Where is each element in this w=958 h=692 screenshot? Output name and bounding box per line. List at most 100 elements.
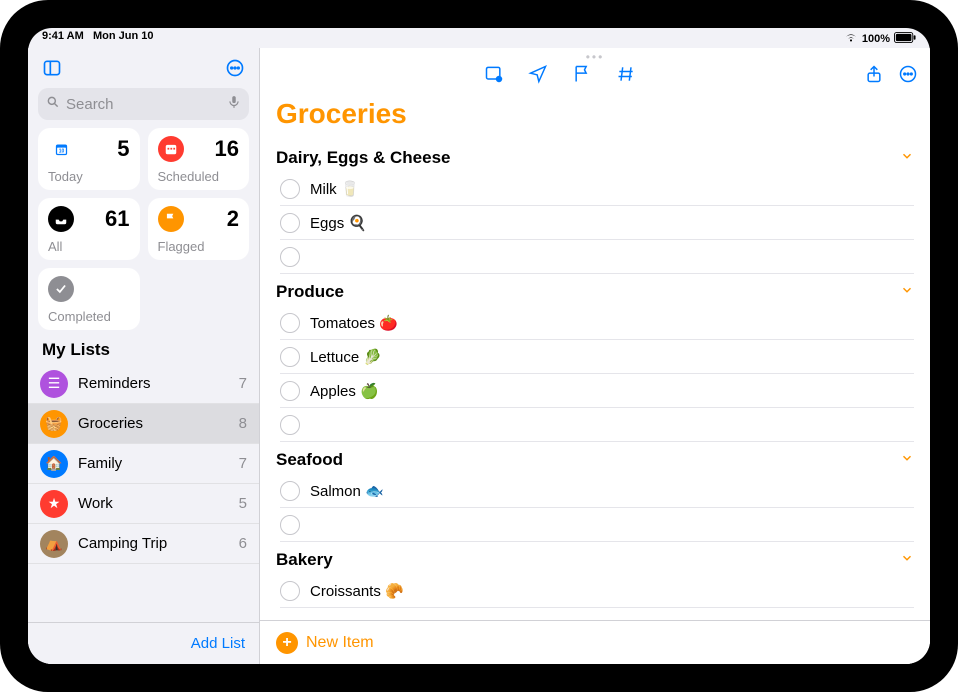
reminder-item[interactable]: Tomatoes 🍅 xyxy=(280,306,914,340)
complete-radio[interactable] xyxy=(280,179,300,199)
tray-icon xyxy=(48,206,74,232)
search-placeholder: Search xyxy=(66,96,114,113)
list-icon: ★ xyxy=(40,490,68,518)
reminder-item[interactable]: Milk 🥛 xyxy=(280,172,914,206)
template-icon[interactable]: + xyxy=(484,64,504,89)
sidebar-list-work[interactable]: ★ Work 5 xyxy=(28,484,259,524)
reminder-item[interactable]: Salmon 🐟 xyxy=(280,474,914,508)
list-name: Work xyxy=(78,495,229,512)
dictate-icon[interactable] xyxy=(227,94,241,114)
sidebar-list-reminders[interactable]: ☰ Reminders 7 xyxy=(28,364,259,404)
list-count: 7 xyxy=(239,455,247,472)
reminder-text: Milk 🥛 xyxy=(310,180,360,198)
list-name: Family xyxy=(78,455,229,472)
reminder-item[interactable]: Apples 🍏 xyxy=(280,374,914,408)
more-button[interactable] xyxy=(221,54,249,82)
chevron-down-icon[interactable] xyxy=(900,148,914,168)
location-icon[interactable] xyxy=(528,64,548,89)
list-icon: ⛺ xyxy=(40,530,68,558)
chevron-down-icon[interactable] xyxy=(900,550,914,570)
today-label: Today xyxy=(48,169,130,184)
flagged-label: Flagged xyxy=(158,239,240,254)
status-bar: 9:41 AM Mon Jun 10 100% xyxy=(28,28,930,48)
battery-icon xyxy=(894,32,916,46)
completed-label: Completed xyxy=(48,309,130,324)
complete-radio[interactable] xyxy=(280,415,300,435)
wifi-icon xyxy=(844,33,858,46)
reminder-item[interactable] xyxy=(280,240,914,274)
section-title: Seafood xyxy=(276,450,343,470)
calendar-today-icon: 10 xyxy=(48,136,74,162)
sidebar-list-camping-trip[interactable]: ⛺ Camping Trip 6 xyxy=(28,524,259,564)
section-header[interactable]: Dairy, Eggs & Cheese xyxy=(276,140,914,172)
share-icon[interactable] xyxy=(864,64,884,89)
scheduled-count: 16 xyxy=(215,136,239,162)
smart-list-scheduled[interactable]: 16 Scheduled xyxy=(148,128,250,190)
list-icon: 🧺 xyxy=(40,410,68,438)
chevron-down-icon[interactable] xyxy=(900,450,914,470)
complete-radio[interactable] xyxy=(280,581,300,601)
new-item-button[interactable]: New Item xyxy=(306,634,374,652)
all-label: All xyxy=(48,239,130,254)
sidebar-list-family[interactable]: 🏠 Family 7 xyxy=(28,444,259,484)
list-name: Groceries xyxy=(78,415,229,432)
all-count: 61 xyxy=(105,206,129,232)
reminder-text: Eggs 🍳 xyxy=(310,214,367,232)
section-header[interactable]: Produce xyxy=(276,274,914,306)
section-title: Dairy, Eggs & Cheese xyxy=(276,148,450,168)
calendar-icon xyxy=(158,136,184,162)
multitasking-dots[interactable]: ••• xyxy=(260,48,930,58)
tag-icon[interactable] xyxy=(616,64,636,89)
smart-list-all[interactable]: 61 All xyxy=(38,198,140,260)
more-main-icon[interactable] xyxy=(898,64,918,89)
smart-list-completed[interactable]: Completed xyxy=(38,268,140,330)
list-icon: ☰ xyxy=(40,370,68,398)
complete-radio[interactable] xyxy=(280,313,300,333)
status-time: 9:41 AM xyxy=(42,30,84,42)
list-name: Camping Trip xyxy=(78,535,229,552)
search-input[interactable]: Search xyxy=(38,88,249,120)
list-count: 8 xyxy=(239,415,247,432)
sidebar: Search 10 5 Today xyxy=(28,48,260,664)
list-name: Reminders xyxy=(78,375,229,392)
list-count: 7 xyxy=(239,375,247,392)
sidebar-list-groceries[interactable]: 🧺 Groceries 8 xyxy=(28,404,259,444)
complete-radio[interactable] xyxy=(280,213,300,233)
section-header[interactable]: Bakery xyxy=(276,542,914,574)
complete-radio[interactable] xyxy=(280,347,300,367)
flag-icon xyxy=(158,206,184,232)
complete-radio[interactable] xyxy=(280,481,300,501)
scheduled-label: Scheduled xyxy=(158,169,240,184)
complete-radio[interactable] xyxy=(280,515,300,535)
reminder-item[interactable]: Croissants 🥐 xyxy=(280,574,914,608)
reminder-text: Apples 🍏 xyxy=(310,382,379,400)
complete-radio[interactable] xyxy=(280,381,300,401)
list-count: 6 xyxy=(239,535,247,552)
complete-radio[interactable] xyxy=(280,247,300,267)
list-icon: 🏠 xyxy=(40,450,68,478)
list-count: 5 xyxy=(239,495,247,512)
checkmark-icon xyxy=(48,276,74,302)
list-title: Groceries xyxy=(276,94,914,140)
today-count: 5 xyxy=(117,136,129,162)
section-title: Produce xyxy=(276,282,344,302)
reminder-item[interactable]: Eggs 🍳 xyxy=(280,206,914,240)
reminder-text: Lettuce 🥬 xyxy=(310,348,382,366)
flagged-count: 2 xyxy=(227,206,239,232)
chevron-down-icon[interactable] xyxy=(900,282,914,302)
flag-toolbar-icon[interactable] xyxy=(572,64,592,89)
reminder-item[interactable]: Lettuce 🥬 xyxy=(280,340,914,374)
reminder-item[interactable] xyxy=(280,508,914,542)
svg-text:10: 10 xyxy=(58,148,64,154)
plus-circle-icon[interactable]: + xyxy=(276,632,298,654)
section-header[interactable]: Seafood xyxy=(276,442,914,474)
sidebar-toggle-button[interactable] xyxy=(38,54,66,82)
add-list-button[interactable]: Add List xyxy=(191,635,245,652)
reminder-item[interactable] xyxy=(280,408,914,442)
section-title: Bakery xyxy=(276,550,333,570)
status-date: Mon Jun 10 xyxy=(93,30,154,42)
reminder-text: Salmon 🐟 xyxy=(310,482,384,500)
battery-percent: 100% xyxy=(862,33,890,45)
smart-list-today[interactable]: 10 5 Today xyxy=(38,128,140,190)
smart-list-flagged[interactable]: 2 Flagged xyxy=(148,198,250,260)
